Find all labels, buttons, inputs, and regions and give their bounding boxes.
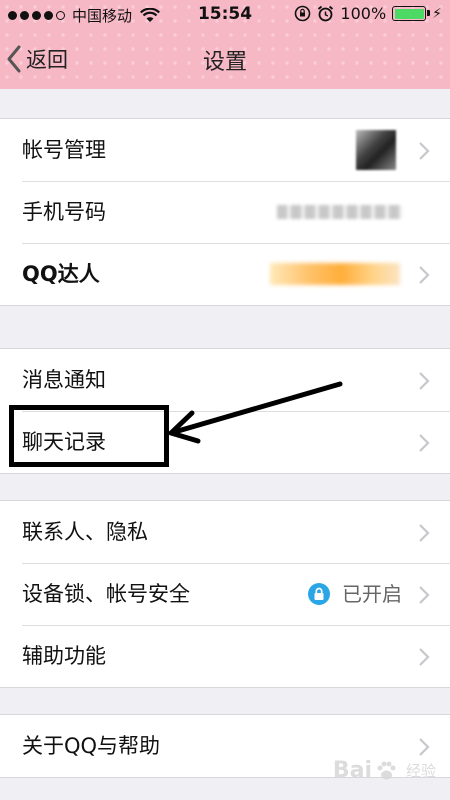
- baidu-paw-icon: [377, 761, 396, 779]
- watermark-suffix: 经验: [405, 762, 436, 780]
- watermark-brand: Bai: [332, 758, 372, 783]
- watermark: Bai 经验: [333, 758, 436, 783]
- annotation-arrow: [168, 381, 343, 444]
